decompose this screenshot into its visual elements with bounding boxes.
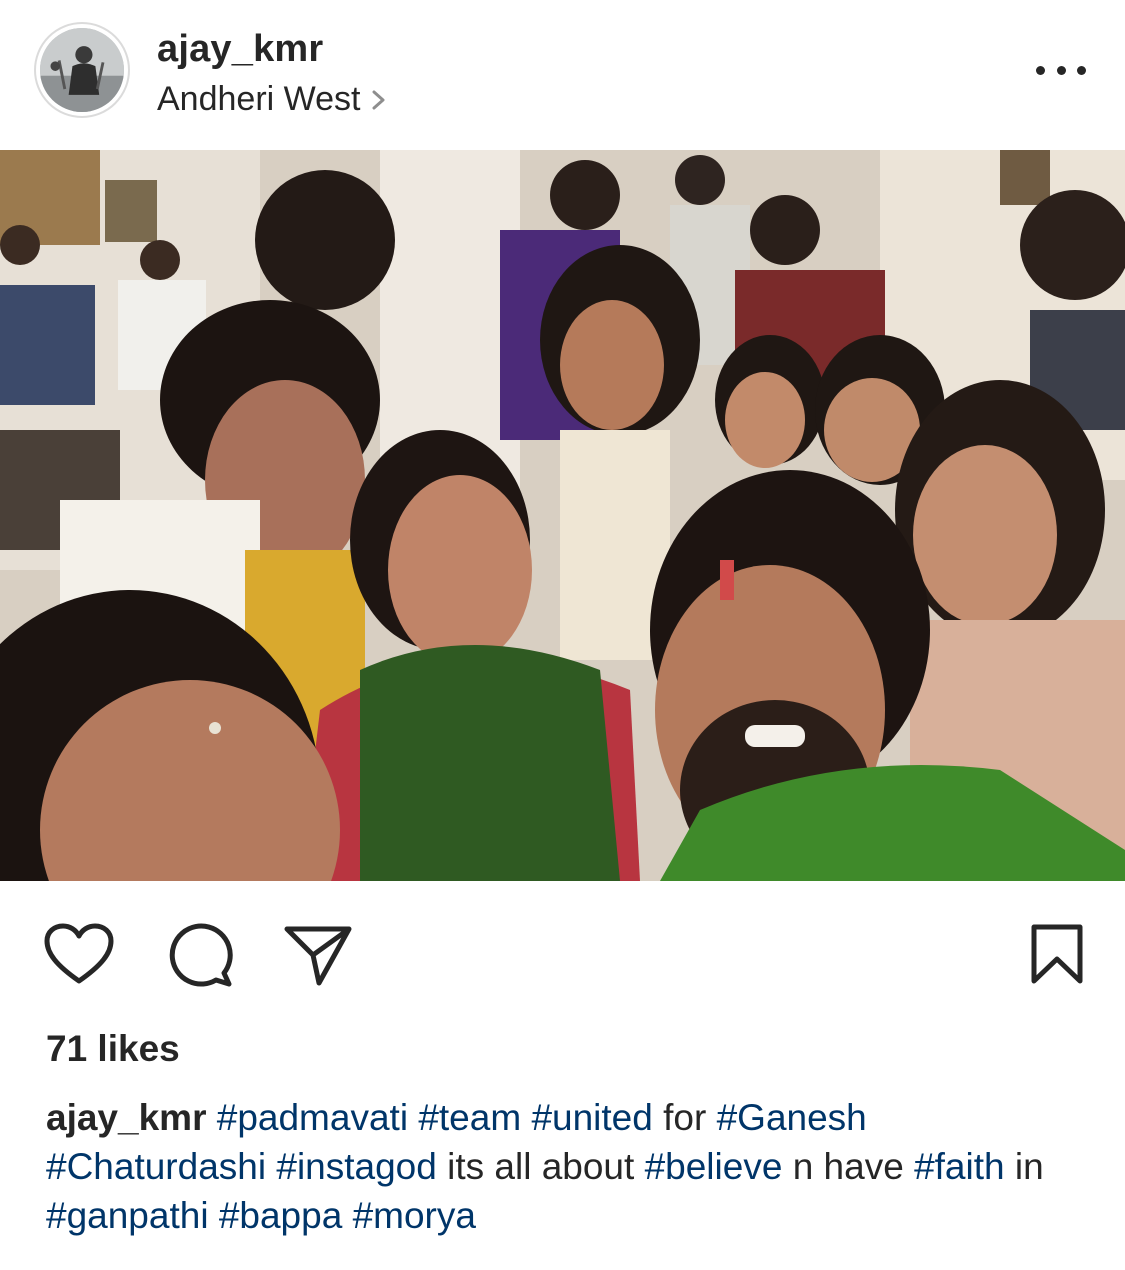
hashtag-link[interactable]: #Ganesh	[717, 1097, 867, 1138]
chevron-right-icon	[372, 90, 385, 109]
more-options-icon[interactable]	[1036, 52, 1086, 88]
post-caption: ajay_kmr #padmavati #team #united for #G…	[46, 1093, 1086, 1240]
comment-icon[interactable]	[164, 923, 234, 987]
hashtag-link[interactable]: #believe	[645, 1146, 783, 1187]
dot	[1056, 65, 1066, 75]
hashtag-link[interactable]: #instagod	[276, 1146, 436, 1187]
hashtag-link[interactable]: #ganpathi	[46, 1195, 209, 1236]
action-bar	[0, 881, 1125, 1011]
hashtag-link[interactable]: #team	[418, 1097, 521, 1138]
avatar[interactable]	[34, 22, 130, 118]
post-username[interactable]: ajay_kmr	[157, 28, 323, 71]
bookmark-icon[interactable]	[1030, 923, 1084, 985]
avatar-image	[40, 28, 124, 112]
dot	[1077, 65, 1086, 75]
dot	[1036, 65, 1045, 75]
likes-count[interactable]: 71 likes	[46, 1028, 180, 1070]
post-location[interactable]: Andheri West	[157, 80, 388, 119]
caption-username[interactable]: ajay_kmr	[46, 1097, 206, 1138]
group-selfie-image	[0, 150, 1125, 881]
post-photo[interactable]	[0, 150, 1125, 881]
location-label: Andheri West	[157, 80, 361, 118]
hashtag-link[interactable]: #faith	[914, 1146, 1005, 1187]
hashtag-link[interactable]: #bappa	[219, 1195, 342, 1236]
hashtag-link[interactable]: #united	[531, 1097, 652, 1138]
hashtag-link[interactable]: #padmavati	[217, 1097, 408, 1138]
avatar-photo	[40, 28, 124, 112]
heart-icon[interactable]	[44, 923, 114, 985]
hashtag-link[interactable]: #morya	[353, 1195, 476, 1236]
post-header: ajay_kmr Andheri West	[0, 0, 1125, 150]
hashtag-link[interactable]: #Chaturdashi	[46, 1146, 266, 1187]
paper-plane-icon[interactable]	[283, 923, 353, 987]
